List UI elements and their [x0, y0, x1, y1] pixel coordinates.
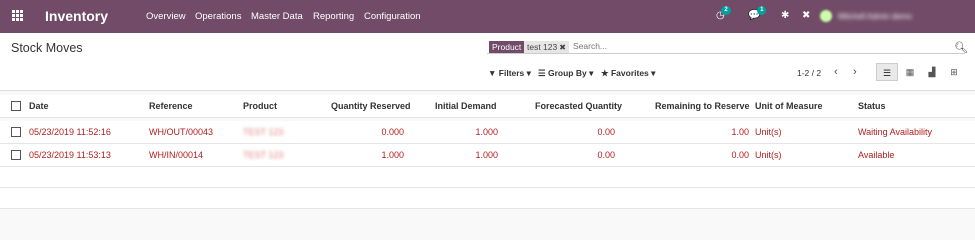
header-forecasted-quantity[interactable]: Forecasted Quantity — [535, 101, 622, 111]
cell-date: 05/23/2019 11:53:13 — [29, 150, 111, 160]
messages-badge: 1 — [757, 6, 767, 15]
cell-remaining-to-reserve: 1.00 — [731, 127, 749, 137]
menu-master-data[interactable]: Master Data — [251, 11, 303, 22]
user-name[interactable]: Mitchell Admin demo — [838, 12, 912, 21]
groupby-label: Group By — [547, 68, 587, 78]
menu-configuration[interactable]: Configuration — [364, 11, 421, 22]
select-all-checkbox[interactable] — [11, 101, 21, 111]
header-status[interactable]: Status — [858, 101, 886, 111]
cell-status: Available — [858, 150, 895, 160]
app-title[interactable]: Inventory — [45, 8, 108, 24]
remove-facet-icon[interactable]: ✖ — [559, 43, 566, 52]
pivot-view-icon[interactable]: ▦ — [899, 63, 921, 81]
cell-reference: WH/OUT/00043 — [149, 127, 214, 137]
empty-row — [0, 188, 975, 209]
pager-next-icon[interactable]: › — [853, 66, 857, 78]
facet-value: test 123 ✖ — [524, 41, 569, 53]
kanban-view-icon[interactable]: ⊞ — [943, 63, 965, 81]
header-initial-demand[interactable]: Initial Demand — [435, 101, 497, 111]
facet-value-text: test 123 — [527, 42, 558, 52]
cell-unit-of-measure: Unit(s) — [755, 127, 782, 137]
cell-remaining-to-reserve: 0.00 — [731, 150, 749, 160]
pager-previous-icon[interactable]: ‹ — [834, 66, 838, 78]
list-view-icon[interactable]: ☰ — [876, 63, 898, 81]
filters-button[interactable]: ▼ Filters ▾ — [488, 68, 531, 79]
cell-quantity-reserved: 0.000 — [381, 127, 404, 137]
favorites-button[interactable]: ★ Favorites ▾ — [601, 68, 655, 79]
apps-menu-icon[interactable] — [12, 10, 23, 21]
pager-value[interactable]: 1-2 / 2 — [797, 68, 821, 78]
header-unit-of-measure[interactable]: Unit of Measure — [755, 101, 823, 111]
cell-forecasted-quantity: 0.00 — [597, 150, 615, 160]
favorites-label: Favorites — [610, 68, 649, 78]
cell-status: Waiting Availability — [858, 127, 933, 137]
menu-operations[interactable]: Operations — [195, 11, 241, 22]
cell-product: TEST 123 — [243, 150, 284, 160]
search-input[interactable] — [573, 39, 933, 53]
tools-icon[interactable]: ✖ — [802, 10, 810, 21]
search-box[interactable]: Product test 123 ✖ — [487, 39, 965, 54]
activity-icon[interactable]: ◷ 2 — [716, 6, 731, 21]
empty-row — [0, 167, 975, 188]
cell-date: 05/23/2019 11:52:16 — [29, 127, 111, 137]
cell-unit-of-measure: Unit(s) — [755, 150, 782, 160]
cell-quantity-reserved: 1.000 — [381, 150, 404, 160]
table-row[interactable]: 05/23/2019 11:52:16 WH/OUT/00043 TEST 12… — [0, 121, 975, 144]
groupby-button[interactable]: ☰ Group By ▾ — [538, 68, 593, 79]
bug-icon[interactable]: ✱ — [781, 10, 789, 21]
menu-reporting[interactable]: Reporting — [313, 11, 354, 22]
header-remaining-to-reserve[interactable]: Remaining to Reserve — [655, 101, 750, 111]
graph-view-icon[interactable]: ▟ — [921, 63, 943, 81]
facet-key: Product — [489, 41, 525, 53]
header-quantity-reserved[interactable]: Quantity Reserved — [331, 101, 411, 111]
page-title: Stock Moves — [11, 41, 83, 55]
control-panel: Stock Moves Product test 123✖ 🔍︎ ▼ Filte… — [0, 33, 975, 91]
cell-forecasted-quantity: 0.00 — [597, 127, 615, 137]
cell-product: TEST 123 — [243, 127, 284, 137]
row-checkbox[interactable] — [11, 127, 21, 137]
filters-label: Filters — [498, 68, 525, 78]
header-product[interactable]: Product — [243, 101, 277, 111]
top-navbar: Inventory Overview Operations Master Dat… — [0, 0, 975, 33]
cell-reference: WH/IN/00014 — [149, 150, 204, 160]
table-row[interactable]: 05/23/2019 11:53:13 WH/IN/00014 TEST 123… — [0, 144, 975, 167]
messages-icon[interactable]: 💬 1 — [748, 6, 767, 21]
table-header: Date Reference Product Quantity Reserved… — [0, 95, 975, 118]
header-date[interactable]: Date — [29, 101, 49, 111]
menu-overview[interactable]: Overview — [146, 11, 186, 22]
cell-initial-demand: 1.000 — [475, 127, 498, 137]
row-checkbox[interactable] — [11, 150, 21, 160]
header-reference[interactable]: Reference — [149, 101, 193, 111]
cell-initial-demand: 1.000 — [475, 150, 498, 160]
search-icon[interactable]: 🔍︎ — [954, 41, 968, 54]
activity-badge: 2 — [721, 6, 731, 15]
avatar[interactable] — [820, 10, 832, 22]
